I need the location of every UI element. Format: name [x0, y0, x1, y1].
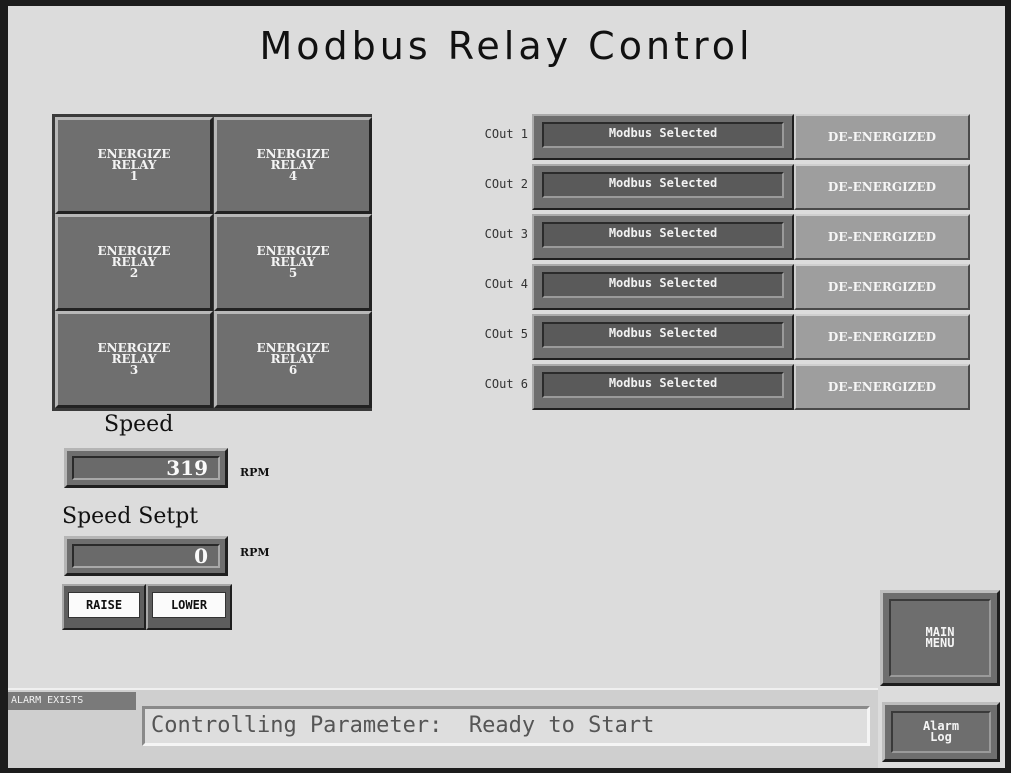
- speed-setpoint-readout: 0: [64, 536, 228, 576]
- cout-3-source: Modbus Selected: [542, 222, 784, 248]
- speed-setpoint-label: Speed Setpt: [62, 504, 199, 529]
- speed-value: 319: [72, 456, 220, 480]
- alarm-exists-indicator: ALARM EXISTS: [8, 692, 136, 710]
- speed-label: Speed: [104, 412, 174, 437]
- cout-2-label: COut 2: [484, 177, 528, 191]
- cout-6-source: Modbus Selected: [542, 372, 784, 398]
- cout-6-source-panel: Modbus Selected: [532, 364, 794, 410]
- energize-relay-1-button[interactable]: ENERGIZE RELAY 1: [55, 117, 213, 214]
- cout-5-source: Modbus Selected: [542, 322, 784, 348]
- energize-relay-5-button[interactable]: ENERGIZE RELAY 5: [214, 214, 372, 311]
- alarm-log-label: Alarm Log: [891, 711, 991, 753]
- cout-2-source: Modbus Selected: [542, 172, 784, 198]
- energize-relay-3-button[interactable]: ENERGIZE RELAY 3: [55, 311, 213, 408]
- cout-5-label: COut 5: [484, 327, 528, 341]
- speed-unit: RPM: [240, 466, 270, 479]
- cout-6-label: COut 6: [484, 377, 528, 391]
- cout-1-source: Modbus Selected: [542, 122, 784, 148]
- main-menu-label: MAIN MENU: [889, 599, 991, 677]
- energize-relay-2-button[interactable]: ENERGIZE RELAY 2: [55, 214, 213, 311]
- page-title: Modbus Relay Control: [259, 24, 754, 68]
- cout-4-row: Modbus Selected DE-ENERGIZED: [532, 264, 970, 310]
- status-message: Controlling Parameter: Ready to Start: [142, 706, 870, 746]
- cout-3-row: Modbus Selected DE-ENERGIZED: [532, 214, 970, 260]
- cout-1-row: Modbus Selected DE-ENERGIZED: [532, 114, 970, 160]
- cout-6-state: DE-ENERGIZED: [794, 364, 970, 410]
- energize-relay-4-button[interactable]: ENERGIZE RELAY 4: [214, 117, 372, 214]
- cout-2-state: DE-ENERGIZED: [794, 164, 970, 210]
- cout-6-row: Modbus Selected DE-ENERGIZED: [532, 364, 970, 410]
- hmi-screen: Modbus Relay Control ENERGIZE RELAY 1 EN…: [8, 6, 1005, 768]
- cout-5-source-panel: Modbus Selected: [532, 314, 794, 360]
- speed-setpoint-value: 0: [72, 544, 220, 568]
- cout-4-label: COut 4: [484, 277, 528, 291]
- cout-3-state: DE-ENERGIZED: [794, 214, 970, 260]
- cout-3-label: COut 3: [484, 227, 528, 241]
- cout-1-source-panel: Modbus Selected: [532, 114, 794, 160]
- lower-button[interactable]: LOWER: [152, 592, 226, 618]
- cout-4-state: DE-ENERGIZED: [794, 264, 970, 310]
- cout-1-label: COut 1: [484, 127, 528, 141]
- cout-4-source: Modbus Selected: [542, 272, 784, 298]
- cout-5-state: DE-ENERGIZED: [794, 314, 970, 360]
- relay-button-grid: ENERGIZE RELAY 1 ENERGIZE RELAY 4 ENERGI…: [52, 114, 372, 411]
- cout-2-source-panel: Modbus Selected: [532, 164, 794, 210]
- speed-setpoint-unit: RPM: [240, 546, 270, 559]
- raise-button-frame: RAISE: [62, 584, 146, 630]
- cout-2-row: Modbus Selected DE-ENERGIZED: [532, 164, 970, 210]
- energize-relay-6-button[interactable]: ENERGIZE RELAY 6: [214, 311, 372, 408]
- cout-5-row: Modbus Selected DE-ENERGIZED: [532, 314, 970, 360]
- raise-button[interactable]: RAISE: [68, 592, 140, 618]
- speed-readout: 319: [64, 448, 228, 488]
- cout-4-source-panel: Modbus Selected: [532, 264, 794, 310]
- status-bar: ALARM EXISTS Controlling Parameter: Read…: [8, 688, 878, 768]
- lower-button-frame: LOWER: [146, 584, 232, 630]
- main-menu-button[interactable]: MAIN MENU: [880, 590, 1000, 686]
- alarm-log-button[interactable]: Alarm Log: [882, 702, 1000, 762]
- cout-1-state: DE-ENERGIZED: [794, 114, 970, 160]
- cout-3-source-panel: Modbus Selected: [532, 214, 794, 260]
